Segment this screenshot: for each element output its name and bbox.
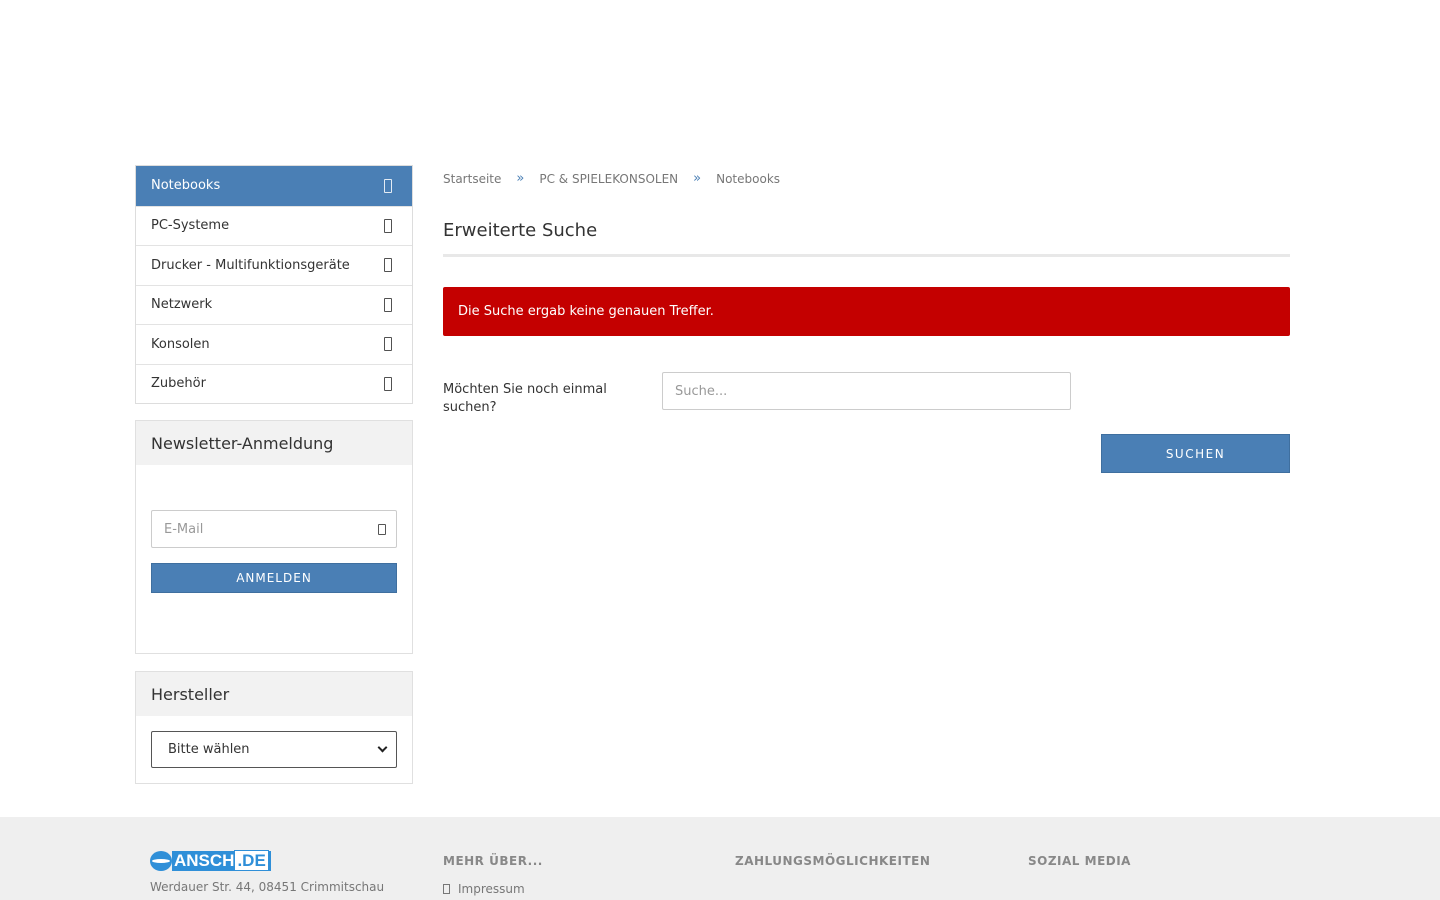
title-divider: [443, 254, 1290, 257]
category-label: PC-Systeme: [151, 218, 230, 234]
chevron-right-icon: [384, 258, 392, 273]
chevron-right-icon: [384, 376, 392, 391]
category-label: Konsolen: [151, 336, 210, 352]
category-item-zubehoer[interactable]: Zubehör: [136, 363, 412, 404]
category-label: Drucker - Multifunktionsgeräte: [151, 257, 350, 273]
search-button[interactable]: SUCHEN: [1101, 434, 1290, 473]
manufacturer-title: Hersteller: [136, 672, 412, 716]
category-label: Netzwerk: [151, 297, 213, 313]
footer-col-more: MEHR ÜBER...: [443, 854, 543, 868]
footer: ANSCH .DE Werdauer Str. 44, 08451 Crimmit…: [0, 817, 1440, 900]
breadcrumb-pc-spielekonsolen[interactable]: PC & SPIELEKONSOLEN: [539, 172, 678, 186]
footer-col-social: SOZIAL MEDIA: [1028, 854, 1131, 868]
category-item-drucker[interactable]: Drucker - Multifunktionsgeräte: [136, 245, 412, 285]
chevron-right-icon: [384, 297, 392, 312]
category-label: Zubehör: [151, 376, 206, 392]
footer-link-impressum[interactable]: Impressum: [443, 882, 525, 896]
category-item-konsolen[interactable]: Konsolen: [136, 324, 412, 364]
email-field-wrapper: [151, 510, 397, 548]
search-input[interactable]: [662, 372, 1071, 410]
company-address: Werdauer Str. 44, 08451 Crimmitschau: [150, 880, 385, 894]
envelope-icon: [378, 523, 386, 535]
newsletter-panel: Newsletter-Anmeldung ANMELDEN: [135, 420, 413, 654]
site-logo[interactable]: ANSCH .DE: [150, 850, 271, 872]
logo-wordmark: ANSCH .DE: [172, 850, 271, 871]
manufacturer-select[interactable]: Bitte wählen: [151, 731, 397, 768]
logo-mark-icon: [150, 851, 172, 871]
chevron-right-icon: [384, 337, 392, 352]
chevron-right-icon: [384, 218, 392, 233]
newsletter-email-input[interactable]: [152, 511, 378, 547]
document-icon: [443, 884, 450, 894]
breadcrumb-notebooks[interactable]: Notebooks: [716, 172, 780, 186]
breadcrumb-separator: »: [516, 171, 525, 186]
breadcrumb-separator: »: [693, 171, 702, 186]
category-label: Notebooks: [151, 178, 221, 194]
manufacturer-select-value: Bitte wählen: [168, 742, 250, 757]
page-title: Erweiterte Suche: [443, 220, 598, 241]
footer-col-payment: ZAHLUNGSMÖGLICHKEITEN: [735, 854, 931, 868]
category-item-netzwerk[interactable]: Netzwerk: [136, 284, 412, 325]
no-results-alert: Die Suche ergab keine genauen Treffer.: [443, 287, 1290, 336]
newsletter-subscribe-button[interactable]: ANMELDEN: [151, 563, 397, 593]
category-item-pc-systeme[interactable]: PC-Systeme: [136, 205, 412, 246]
breadcrumb-home[interactable]: Startseite: [443, 172, 501, 186]
category-item-notebooks[interactable]: Notebooks: [136, 166, 412, 206]
breadcrumb: Startseite » PC & SPIELEKONSOLEN » Noteb…: [443, 171, 780, 186]
category-nav: Notebooks PC-Systeme Drucker - Multifunk…: [135, 165, 413, 404]
newsletter-title: Newsletter-Anmeldung: [136, 421, 412, 465]
search-again-label: Möchten Sie noch einmal suchen?: [443, 382, 607, 415]
chevron-right-icon: [384, 178, 392, 193]
chevron-down-icon: [377, 742, 388, 753]
manufacturer-panel: Hersteller Bitte wählen: [135, 671, 413, 784]
footer-link-label: Impressum: [458, 882, 525, 896]
